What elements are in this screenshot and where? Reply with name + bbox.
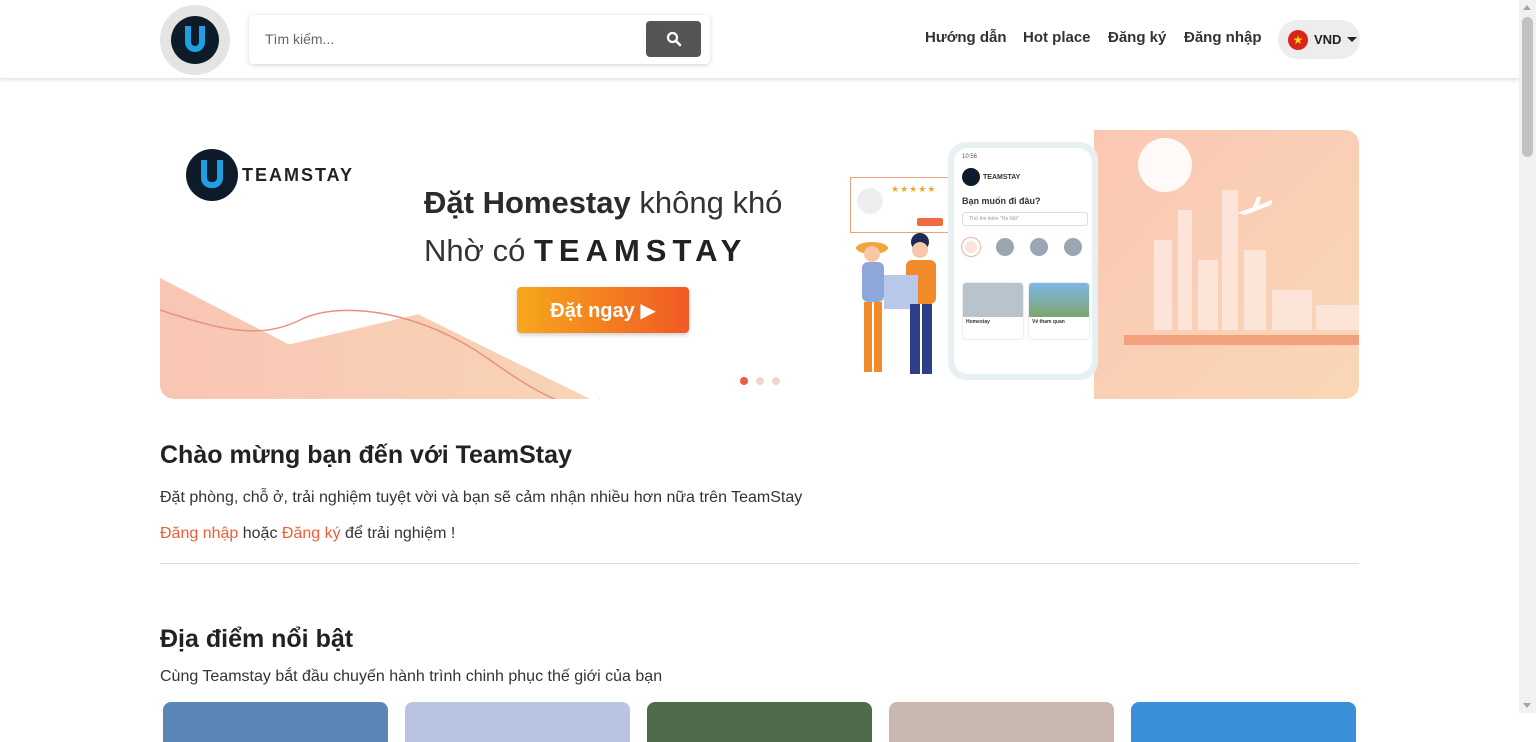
banner-subheadline: Nhờ có TEAMSTAY bbox=[424, 233, 748, 268]
welcome-title: Chào mừng bạn đến với TeamStay bbox=[160, 441, 572, 469]
featured-places-title: Địa điểm nổi bật bbox=[160, 625, 354, 653]
welcome-description: Đặt phòng, chỗ ở, trải nghiệm tuyệt vời … bbox=[160, 489, 803, 506]
search-input[interactable] bbox=[253, 19, 643, 59]
airplane-icon bbox=[1237, 197, 1273, 215]
place-card[interactable] bbox=[647, 702, 872, 742]
search-icon bbox=[666, 31, 681, 47]
hero-banner[interactable]: TEAMSTAY Đặt Homestay không khó Nhờ có T… bbox=[160, 130, 1359, 399]
banner-logo-icon bbox=[186, 149, 238, 201]
logo-icon bbox=[171, 16, 219, 64]
site-logo[interactable] bbox=[160, 5, 230, 75]
travelers-illustration bbox=[856, 233, 936, 374]
scroll-thumb[interactable] bbox=[1522, 17, 1533, 157]
login-link[interactable]: Đăng nhập bbox=[160, 525, 238, 542]
vietnam-flag-icon: ★ bbox=[1288, 29, 1308, 50]
city-skyline-illustration bbox=[1094, 130, 1359, 399]
place-card[interactable] bbox=[163, 702, 388, 742]
register-link[interactable]: Đăng ký bbox=[282, 525, 341, 542]
listing-card-illustration: ★★★★★ bbox=[850, 177, 950, 233]
search-button[interactable] bbox=[646, 21, 701, 57]
nav-guide[interactable]: Hướng dẫn bbox=[925, 29, 1007, 46]
carousel-dot[interactable] bbox=[756, 377, 764, 385]
banner-headline: Đặt Homestay không khó bbox=[424, 185, 783, 220]
banner-brand: TEAMSTAY bbox=[242, 165, 355, 185]
nav-login[interactable]: Đăng nhập bbox=[1184, 29, 1262, 46]
scroll-down-icon[interactable] bbox=[1523, 703, 1531, 708]
featured-places-list bbox=[163, 702, 1356, 742]
currency-label: VND bbox=[1314, 32, 1342, 47]
nav-register[interactable]: Đăng ký bbox=[1108, 29, 1166, 46]
welcome-login-prompt: Đăng nhập hoặc Đăng ký để trải nghiệm ! bbox=[160, 525, 456, 542]
page-scrollbar[interactable] bbox=[1519, 0, 1536, 713]
nav-hot-place[interactable]: Hot place bbox=[1023, 29, 1091, 46]
featured-places-subtitle: Cùng Teamstay bắt đầu chuyến hành trình … bbox=[160, 668, 663, 685]
search-bar bbox=[249, 15, 710, 64]
carousel-dot[interactable] bbox=[772, 377, 780, 385]
scroll-up-icon[interactable] bbox=[1523, 5, 1531, 10]
book-now-button[interactable]: Đặt ngay ▶ bbox=[517, 287, 689, 333]
top-header: Hướng dẫn Hot place Đăng ký Đăng nhập ★ … bbox=[0, 0, 1519, 79]
carousel-indicators bbox=[740, 377, 780, 385]
currency-selector[interactable]: ★ VND bbox=[1278, 20, 1360, 59]
section-divider bbox=[160, 563, 1359, 564]
sun-decoration bbox=[1138, 138, 1192, 192]
phone-logo-icon bbox=[962, 168, 980, 186]
caret-down-icon bbox=[1347, 37, 1358, 42]
place-card[interactable] bbox=[1131, 702, 1356, 742]
place-card[interactable] bbox=[889, 702, 1114, 742]
place-card[interactable] bbox=[405, 702, 630, 742]
phone-mockup: 10:56 TEAMSTAY Bạn muốn đi đâu? Thử tìm … bbox=[948, 142, 1098, 380]
carousel-dot[interactable] bbox=[740, 377, 748, 385]
